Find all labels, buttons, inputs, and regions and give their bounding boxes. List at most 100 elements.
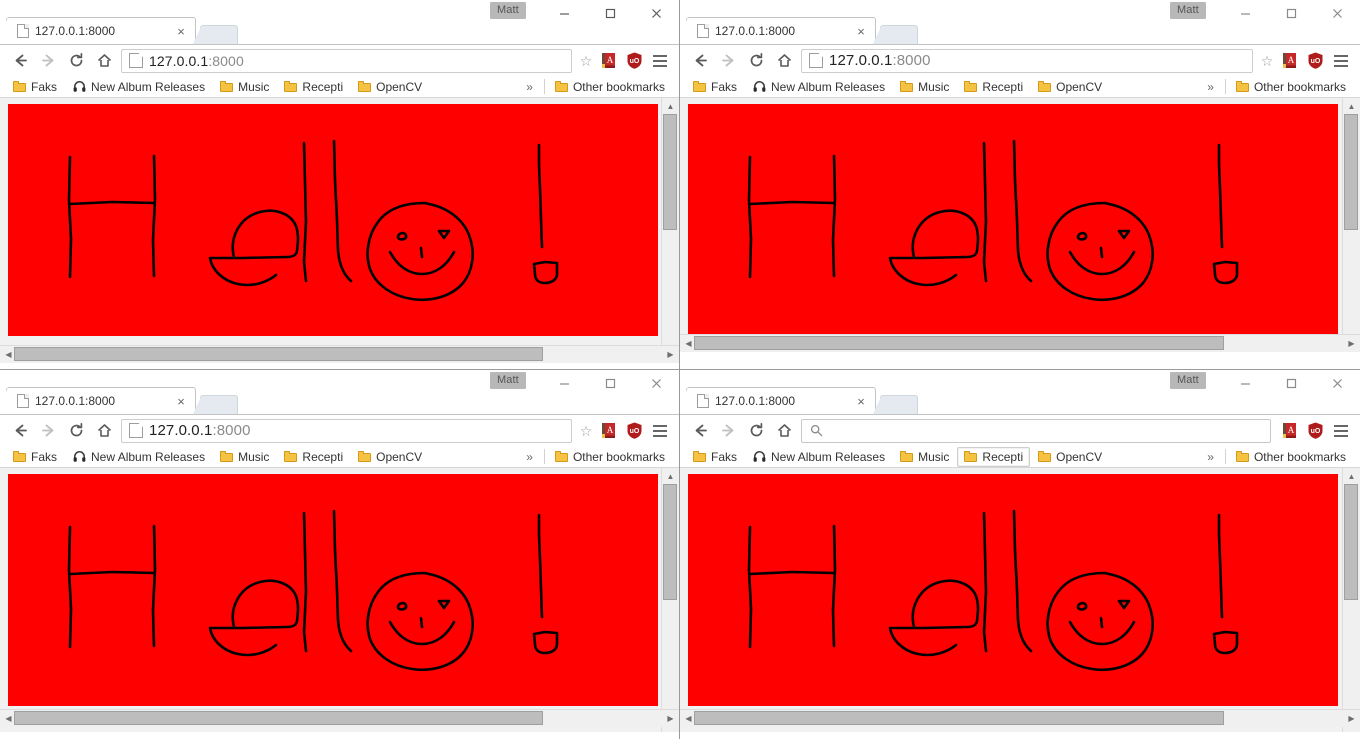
bookmark-recepti[interactable]: Recepti <box>957 77 1030 97</box>
horizontal-scrollbar-thumb[interactable] <box>693 711 1224 725</box>
bookmark-star-icon[interactable]: ☆ <box>577 424 595 438</box>
bookmark-new-album-releases[interactable]: New Album Releases <box>745 447 892 467</box>
dictionary-extension-icon[interactable]: A <box>1276 48 1302 74</box>
chrome-menu-icon[interactable] <box>1328 48 1354 74</box>
scroll-up-arrow-icon[interactable]: ▲ <box>662 98 679 115</box>
ublock-origin-icon[interactable]: uO <box>1302 48 1328 74</box>
reload-button-icon[interactable] <box>62 417 90 445</box>
dictionary-extension-icon[interactable]: A <box>595 418 621 444</box>
page-info-icon[interactable] <box>129 53 143 68</box>
home-button-icon[interactable] <box>90 47 118 75</box>
vertical-scrollbar[interactable]: ▲ ▼ <box>661 468 679 732</box>
chrome-menu-icon[interactable] <box>647 48 673 74</box>
drawing-canvas[interactable] <box>8 474 658 706</box>
bookmark-recepti[interactable]: Recepti <box>277 77 350 97</box>
bookmark-other-bookmarks[interactable]: Other bookmarks <box>548 447 672 467</box>
drawing-canvas[interactable] <box>8 104 658 336</box>
bookmark-music[interactable]: Music <box>893 447 956 467</box>
reload-button-icon[interactable] <box>742 47 770 75</box>
horizontal-scrollbar-thumb[interactable] <box>693 336 1224 350</box>
reload-button-icon[interactable] <box>62 47 90 75</box>
tab-127-0-0-1-8000[interactable]: 127.0.0.1:8000 × <box>680 17 876 44</box>
tab-close-icon[interactable]: × <box>853 393 869 409</box>
bookmark-new-album-releases[interactable]: New Album Releases <box>65 447 212 467</box>
vertical-scrollbar-thumb[interactable] <box>663 483 677 600</box>
bookmark-recepti[interactable]: Recepti <box>957 446 1031 467</box>
tab-127-0-0-1-8000[interactable]: 127.0.0.1:8000 × <box>0 387 196 414</box>
page-info-icon[interactable] <box>129 423 143 438</box>
chrome-menu-icon[interactable] <box>1328 418 1354 444</box>
horizontal-scrollbar[interactable]: ◀ ▶ <box>680 334 1360 352</box>
bookmark-faks[interactable]: Faks <box>6 77 64 97</box>
bookmark-music[interactable]: Music <box>213 77 276 97</box>
bookmark-opencv[interactable]: OpenCV <box>351 447 429 467</box>
search-input[interactable] <box>801 418 1271 443</box>
bookmarks-overflow-icon[interactable]: » <box>518 450 541 464</box>
scroll-right-arrow-icon[interactable]: ▶ <box>662 710 679 727</box>
new-tab-button[interactable] <box>193 395 238 414</box>
vertical-scrollbar-thumb[interactable] <box>663 113 677 231</box>
page-info-icon[interactable] <box>809 53 823 68</box>
new-tab-button[interactable] <box>873 25 918 44</box>
forward-button-icon[interactable] <box>34 417 62 445</box>
horizontal-scrollbar[interactable]: ◀ ▶ <box>0 709 679 727</box>
dictionary-extension-icon[interactable]: A <box>595 48 621 74</box>
drawing-canvas[interactable] <box>688 104 1338 336</box>
scroll-right-arrow-icon[interactable]: ▶ <box>662 346 679 363</box>
dictionary-extension-icon[interactable]: A <box>1276 418 1302 444</box>
address-bar[interactable]: 127.0.0.1:8000 <box>121 418 572 443</box>
reload-button-icon[interactable] <box>742 417 770 445</box>
back-button-icon[interactable] <box>6 417 34 445</box>
address-bar[interactable]: 127.0.0.1:8000 <box>121 48 572 73</box>
scroll-right-arrow-icon[interactable]: ▶ <box>1343 710 1360 727</box>
bookmarks-overflow-icon[interactable]: » <box>1199 80 1222 94</box>
home-button-icon[interactable] <box>770 417 798 445</box>
scroll-up-arrow-icon[interactable]: ▲ <box>1343 98 1360 115</box>
bookmark-new-album-releases[interactable]: New Album Releases <box>65 77 212 97</box>
chrome-menu-icon[interactable] <box>647 418 673 444</box>
tab-127-0-0-1-8000[interactable]: 127.0.0.1:8000 × <box>680 387 876 414</box>
bookmark-faks[interactable]: Faks <box>6 447 64 467</box>
vertical-scrollbar[interactable]: ▲ ▼ <box>1342 468 1360 732</box>
horizontal-scrollbar[interactable]: ◀ ▶ <box>0 345 679 363</box>
horizontal-scrollbar[interactable]: ◀ ▶ <box>680 709 1360 727</box>
forward-button-icon[interactable] <box>714 417 742 445</box>
bookmark-star-icon[interactable]: ☆ <box>577 54 595 68</box>
address-bar[interactable]: 127.0.0.1:8000 <box>801 48 1253 73</box>
horizontal-scrollbar-thumb[interactable] <box>13 347 544 361</box>
ublock-origin-icon[interactable]: uO <box>1302 418 1328 444</box>
vertical-scrollbar-thumb[interactable] <box>1344 113 1358 231</box>
vertical-scrollbar[interactable]: ▲ ▼ <box>1342 98 1360 363</box>
vertical-scrollbar-thumb[interactable] <box>1344 483 1358 600</box>
bookmark-music[interactable]: Music <box>213 447 276 467</box>
bookmark-other-bookmarks[interactable]: Other bookmarks <box>1229 77 1353 97</box>
vertical-scrollbar[interactable]: ▲ ▼ <box>661 98 679 363</box>
home-button-icon[interactable] <box>90 417 118 445</box>
bookmark-other-bookmarks[interactable]: Other bookmarks <box>548 77 672 97</box>
new-tab-button[interactable] <box>873 395 918 414</box>
bookmark-opencv[interactable]: OpenCV <box>351 77 429 97</box>
scroll-up-arrow-icon[interactable]: ▲ <box>1343 468 1360 485</box>
back-button-icon[interactable] <box>686 417 714 445</box>
bookmarks-overflow-icon[interactable]: » <box>518 80 541 94</box>
scroll-right-arrow-icon[interactable]: ▶ <box>1343 335 1360 352</box>
ublock-origin-icon[interactable]: uO <box>621 48 647 74</box>
bookmark-faks[interactable]: Faks <box>686 77 744 97</box>
forward-button-icon[interactable] <box>714 47 742 75</box>
bookmark-faks[interactable]: Faks <box>686 447 744 467</box>
scroll-up-arrow-icon[interactable]: ▲ <box>662 468 679 485</box>
bookmark-music[interactable]: Music <box>893 77 956 97</box>
bookmark-opencv[interactable]: OpenCV <box>1031 77 1109 97</box>
bookmark-star-icon[interactable]: ☆ <box>1258 54 1276 68</box>
horizontal-scrollbar-thumb[interactable] <box>13 711 544 725</box>
tab-127-0-0-1-8000[interactable]: 127.0.0.1:8000 × <box>0 17 196 44</box>
drawing-canvas[interactable] <box>688 474 1338 706</box>
bookmarks-overflow-icon[interactable]: » <box>1199 450 1222 464</box>
bookmark-recepti[interactable]: Recepti <box>277 447 350 467</box>
new-tab-button[interactable] <box>193 25 238 44</box>
tab-close-icon[interactable]: × <box>173 393 189 409</box>
tab-close-icon[interactable]: × <box>853 23 869 39</box>
bookmark-new-album-releases[interactable]: New Album Releases <box>745 77 892 97</box>
forward-button-icon[interactable] <box>34 47 62 75</box>
back-button-icon[interactable] <box>686 47 714 75</box>
